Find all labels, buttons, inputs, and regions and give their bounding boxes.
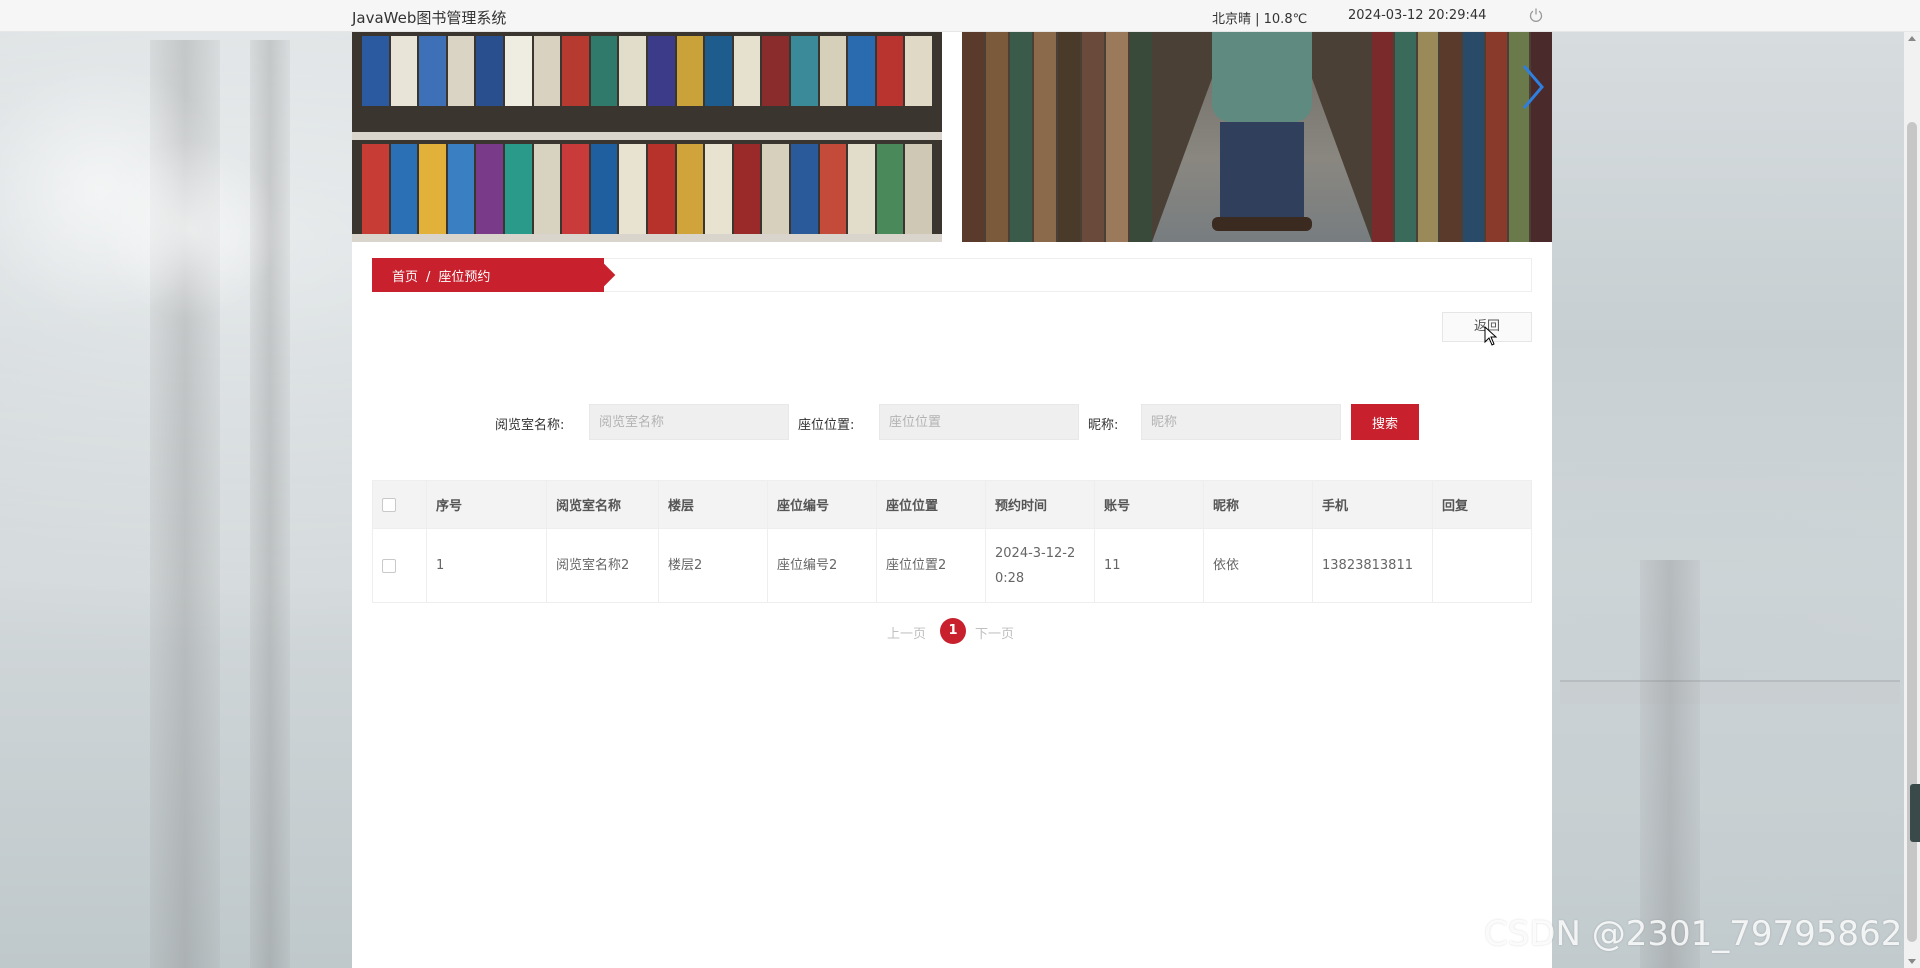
- date-display: 2024-03-12: [1348, 8, 1424, 23]
- row-checkbox[interactable]: [382, 558, 396, 573]
- top-bar: JavaWeb图书管理系统 北京晴 | 10.8℃ 2024-03-12 20:…: [0, 0, 1920, 32]
- scroll-down-icon[interactable]: [1908, 959, 1916, 964]
- table-cell: 座位位置2: [876, 528, 986, 603]
- table-cell: 1: [426, 528, 547, 603]
- background-blossom: [0, 60, 230, 320]
- search-label-reading-room: 阅览室名称:: [495, 418, 565, 433]
- search-label-nickname: 昵称:: [1088, 418, 1119, 433]
- reservation-table: 序号 阅览室名称 楼层 座位编号 座位位置 预约时间 账号 昵称 手机 回复 1…: [372, 480, 1532, 603]
- breadcrumb-home-link[interactable]: 首页: [392, 270, 418, 285]
- table-cell: [1432, 528, 1532, 603]
- breadcrumb-separator: /: [426, 270, 431, 285]
- power-icon[interactable]: [1528, 7, 1544, 23]
- prev-page-link[interactable]: 上一页: [887, 623, 926, 642]
- main-panel: 首页/座位预约 返回 阅览室名称: 座位位置: 昵称: 搜索 序号 阅览室名称 …: [352, 32, 1552, 968]
- scroll-up-icon[interactable]: [1908, 36, 1916, 41]
- column-header: 账号: [1094, 480, 1204, 529]
- search-button[interactable]: 搜索: [1351, 404, 1419, 440]
- table-cell: 依依: [1203, 528, 1313, 603]
- select-all-cell: [372, 480, 427, 529]
- column-header: 回复: [1432, 480, 1532, 529]
- background-scenery-column: [250, 40, 290, 968]
- select-all-checkbox[interactable]: [382, 497, 396, 512]
- background-railing: [1560, 680, 1900, 704]
- background-scenery-column: [1640, 560, 1700, 968]
- column-header: 手机: [1312, 480, 1433, 529]
- watermark: CSDN @2301_79795862: [1484, 914, 1903, 954]
- breadcrumb: 首页 / 座位预约: [372, 258, 604, 292]
- table-cell: 楼层2: [658, 528, 768, 603]
- carousel-next-icon[interactable]: [1518, 62, 1546, 112]
- page-number-current[interactable]: 1: [940, 618, 966, 644]
- reading-room-name-input[interactable]: [589, 404, 789, 440]
- table-header-row: 序号 阅览室名称 楼层 座位编号 座位位置 预约时间 账号 昵称 手机 回复: [372, 480, 1532, 529]
- nickname-input[interactable]: [1141, 404, 1341, 440]
- column-header: 座位位置: [876, 480, 986, 529]
- table-row[interactable]: 1 阅览室名称2 楼层2 座位编号2 座位位置2 2024-3-12-20:28…: [372, 528, 1532, 603]
- column-header: 预约时间: [985, 480, 1095, 529]
- background-blossom: [100, 140, 280, 320]
- row-select-cell: [372, 528, 427, 603]
- column-header: 昵称: [1203, 480, 1313, 529]
- next-page-link[interactable]: 下一页: [975, 623, 1014, 642]
- time-display: 20:29:44: [1428, 8, 1487, 23]
- table-cell: 13823813811: [1312, 528, 1433, 603]
- column-header: 楼层: [658, 480, 768, 529]
- table-cell: 阅览室名称2: [546, 528, 659, 603]
- column-header: 座位编号: [767, 480, 877, 529]
- banner-image-library-aisle: [962, 32, 1552, 242]
- breadcrumb-bar: 首页 / 座位预约: [372, 258, 1532, 292]
- seat-location-input[interactable]: [879, 404, 1079, 440]
- table-cell: 11: [1094, 528, 1204, 603]
- table-cell: 2024-3-12-20:28: [985, 528, 1095, 603]
- column-header: 阅览室名称: [546, 480, 659, 529]
- table-cell: 座位编号2: [767, 528, 877, 603]
- app-title: JavaWeb图书管理系统: [352, 9, 507, 27]
- background-scenery-column: [150, 40, 220, 968]
- column-header: 序号: [426, 480, 547, 529]
- banner-image-bookshelf: [352, 32, 942, 242]
- pagination: 上一页 1 下一页: [352, 618, 1552, 644]
- mouse-cursor-icon: [1484, 326, 1498, 346]
- side-float-tab[interactable]: [1910, 784, 1920, 842]
- breadcrumb-current: 座位预约: [438, 270, 491, 285]
- search-label-seat-location: 座位位置:: [798, 418, 855, 433]
- search-form: 阅览室名称: 座位位置: 昵称: 搜索: [352, 404, 1552, 440]
- weather-display: 北京晴 | 10.8℃: [1212, 12, 1308, 27]
